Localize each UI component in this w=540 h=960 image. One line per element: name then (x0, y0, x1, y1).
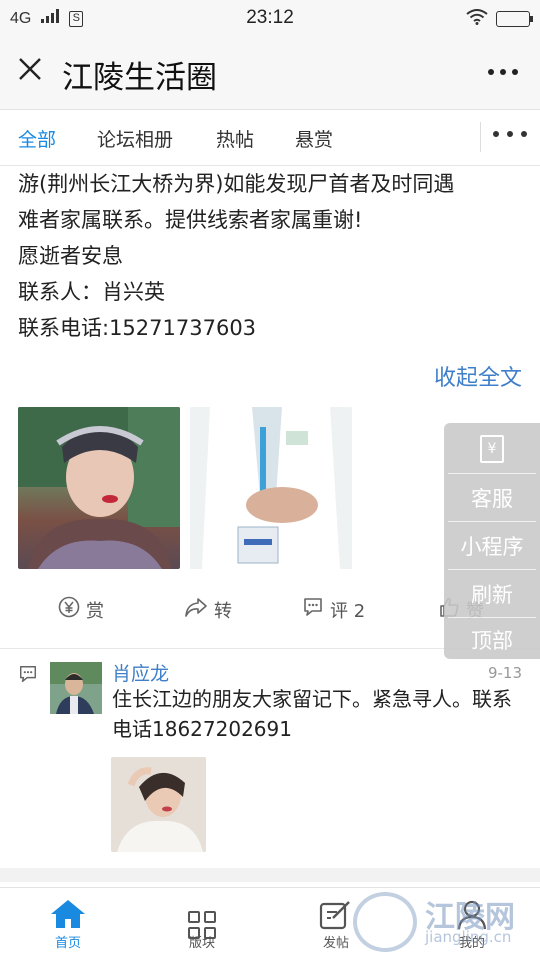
reward-button[interactable]: 赏 (58, 596, 104, 623)
avatar[interactable] (50, 662, 102, 714)
comment-icon (302, 596, 324, 623)
tab-all[interactable]: 全部 (18, 125, 56, 152)
post-line: 联系人：肖兴英 (18, 280, 165, 304)
refresh-button[interactable]: 刷新 (444, 579, 540, 609)
section-gap (0, 868, 540, 882)
wifi-icon (466, 9, 488, 29)
collapse-link[interactable]: 收起全文 (434, 360, 522, 392)
nav-label: 版块 (188, 936, 215, 951)
battery-icon (496, 11, 533, 27)
share-label: 转 (214, 600, 232, 622)
comment-text: 住长江边的朋友大家留记下。紧急寻人。联系电话18627202691 (112, 687, 512, 741)
comment-photo[interactable] (111, 757, 206, 852)
post-photo[interactable] (18, 407, 180, 569)
yen-icon (58, 596, 80, 623)
post-body: 游(荆州长江大桥为界)如能发现尸首者及时同遇 难者家属联系。提供线索者家属重谢!… (18, 166, 528, 346)
tabs-more-icon[interactable] (490, 118, 530, 154)
customer-service-button[interactable]: 客服 (444, 483, 540, 513)
post-line: 愿逝者安息 (18, 244, 123, 268)
close-icon[interactable] (14, 56, 46, 88)
comment-label: 评 2 (330, 600, 366, 622)
mini-program-button[interactable]: 小程序 (444, 531, 540, 561)
title-bar: 江陵生活圈 (0, 36, 540, 110)
page-title: 江陵生活圈 (62, 60, 217, 96)
post-line: 游(荆州长江大桥为界)如能发现尸首者及时同遇 (18, 172, 455, 196)
watermark-logo-icon (353, 892, 417, 952)
tab-divider (480, 122, 481, 152)
back-to-top-button[interactable]: 顶部 (444, 625, 540, 655)
site-watermark: 江陵网 jiangling.cn (345, 888, 535, 958)
floating-side-panel: ¥ 客服 小程序 刷新 顶部 (444, 423, 540, 659)
home-icon (18, 898, 118, 930)
nav-label: 首页 (54, 936, 81, 951)
watermark-domain: jiangling.cn (425, 928, 512, 946)
nav-sections[interactable]: 版块 (152, 888, 252, 951)
comment-button[interactable]: 评 2 (302, 596, 365, 623)
share-icon (184, 596, 208, 623)
commenter-name[interactable]: 肖应龙 (112, 659, 169, 686)
post-line: 联系电话:15271737603 (18, 316, 257, 340)
post-line: 难者家属联系。提供线索者家属重谢! (18, 208, 363, 232)
share-button[interactable]: 转 (184, 596, 232, 623)
tab-forum-album[interactable]: 论坛相册 (97, 125, 173, 152)
status-bar: 4G S 23:12 (0, 0, 540, 36)
comment-indicator-icon (18, 664, 38, 689)
yen-card-icon[interactable]: ¥ (480, 435, 504, 463)
tab-hot[interactable]: 热帖 (216, 125, 254, 152)
more-icon[interactable] (486, 52, 520, 89)
comment-date: 9-13 (487, 664, 522, 682)
grid-icon (152, 898, 252, 939)
reward-label: 赏 (86, 600, 104, 622)
clock: 23:12 (246, 7, 294, 28)
tab-bar: 全部 论坛相册 热帖 悬赏 (0, 110, 540, 166)
nav-home[interactable]: 首页 (18, 888, 118, 951)
post-photo[interactable] (190, 407, 352, 569)
tab-bounty[interactable]: 悬赏 (295, 125, 333, 152)
